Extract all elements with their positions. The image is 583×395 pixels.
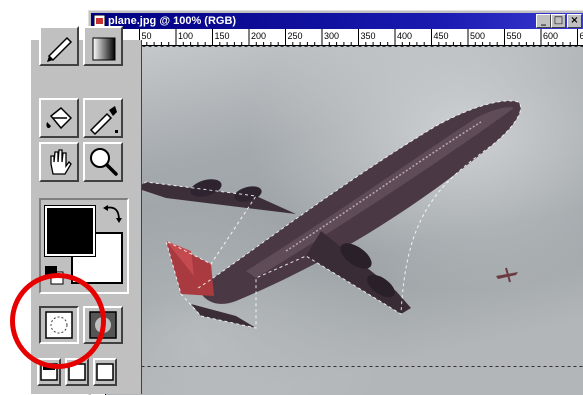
ruler-label: 500 bbox=[470, 31, 485, 41]
ruler-label: 250 bbox=[288, 31, 303, 41]
paint-bucket-tool-icon bbox=[41, 100, 77, 136]
pencil-tool-icon bbox=[41, 28, 77, 64]
ruler-label: 400 bbox=[397, 31, 412, 41]
full-screen-button[interactable] bbox=[93, 358, 117, 386]
image-canvas[interactable] bbox=[106, 46, 583, 395]
annotation-red-circle bbox=[10, 273, 106, 369]
ruler-label: 65 bbox=[580, 31, 583, 41]
foreground-color-swatch[interactable] bbox=[45, 206, 95, 256]
plane-photo bbox=[106, 46, 583, 395]
ruler-label: 200 bbox=[251, 31, 266, 41]
full-screen-icon bbox=[95, 360, 115, 384]
document-title: plane.jpg @ 100% (RGB) bbox=[108, 13, 236, 29]
minimize-button[interactable]: _ bbox=[536, 14, 551, 28]
gradient-tool[interactable] bbox=[83, 26, 123, 66]
maximize-button[interactable]: □ bbox=[551, 14, 566, 28]
eyedropper-tool-icon bbox=[85, 100, 121, 136]
horizontal-ruler[interactable]: 05010015020025030035040045050055060065 bbox=[91, 29, 583, 46]
ruler-label: 100 bbox=[178, 31, 193, 41]
ruler-label: 150 bbox=[215, 31, 230, 41]
hand-tool[interactable] bbox=[39, 142, 79, 182]
ruler-label: 550 bbox=[507, 31, 522, 41]
swap-colors-icon[interactable] bbox=[101, 202, 125, 226]
paint-bucket-tool[interactable] bbox=[39, 98, 79, 138]
gradient-tool-icon bbox=[85, 28, 121, 64]
ruler-label: 600 bbox=[543, 31, 558, 41]
ruler-label: 50 bbox=[142, 31, 152, 41]
document-window: plane.jpg @ 100% (RGB) _ □ × 05010015020… bbox=[88, 10, 583, 395]
pencil-tool[interactable] bbox=[39, 26, 79, 66]
zoom-tool[interactable] bbox=[83, 142, 123, 182]
eyedropper-tool[interactable] bbox=[83, 98, 123, 138]
hand-tool-icon bbox=[41, 144, 77, 180]
zoom-tool-icon bbox=[85, 144, 121, 180]
ruler-label: 350 bbox=[361, 31, 376, 41]
ruler-label: 450 bbox=[434, 31, 449, 41]
close-button[interactable]: × bbox=[567, 14, 582, 28]
document-titlebar[interactable]: plane.jpg @ 100% (RGB) _ □ × bbox=[91, 13, 583, 29]
ruler-label: 300 bbox=[324, 31, 339, 41]
